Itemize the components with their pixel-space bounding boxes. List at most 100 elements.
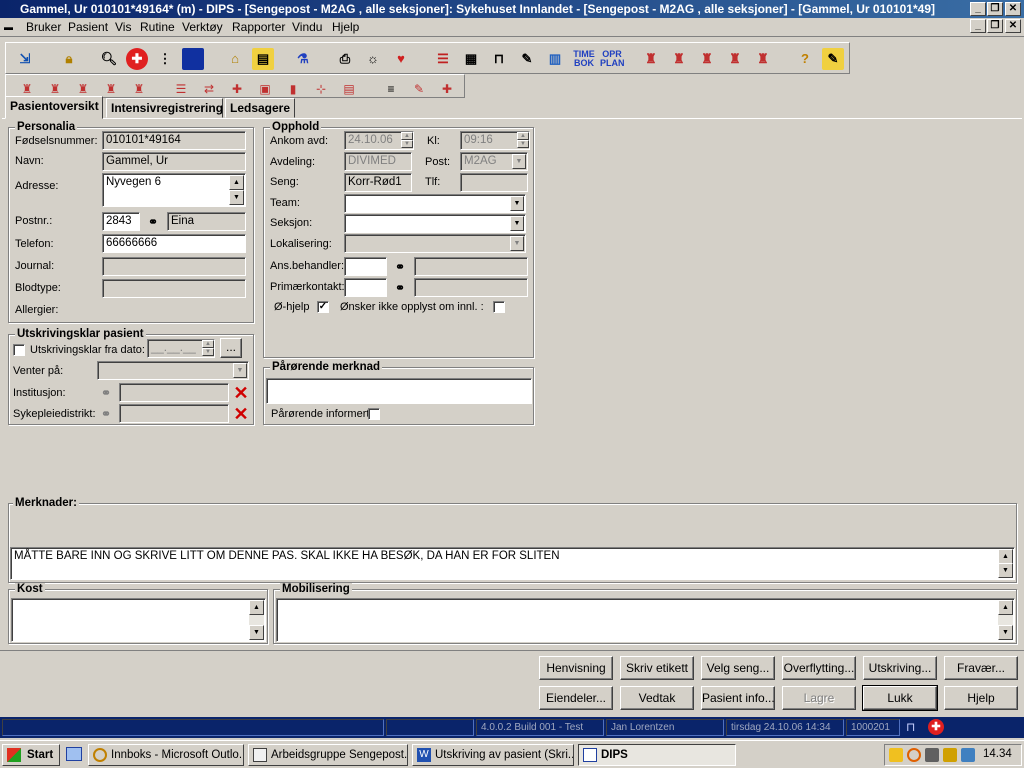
task-outlook[interactable]: Innboks - Microsoft Outlo... — [88, 744, 244, 766]
journal-field[interactable] — [102, 257, 246, 276]
utskrivingsklar-dato-field[interactable]: __.__.__ ▲ ▼ — [147, 339, 215, 358]
seksjon-dropdown-icon[interactable]: ▼ — [510, 216, 524, 231]
post-field[interactable]: M2AG ▼ — [460, 152, 528, 171]
doctors-icon[interactable]: ♜ — [724, 48, 746, 70]
team-dropdown-icon[interactable]: ▼ — [510, 196, 524, 211]
mdi-minimize-button[interactable]: _ — [970, 19, 986, 33]
list-red-icon[interactable]: ☰ — [170, 78, 192, 100]
bed-edit-icon[interactable]: ✎ — [408, 78, 430, 100]
adresse-field[interactable]: Nyvegen 6 ▲ ▼ — [102, 173, 246, 207]
task-arbeidsgruppe[interactable]: Arbeidsgruppe Sengepost... — [248, 744, 408, 766]
primaerkontakt-search-icon[interactable]: ⚭ — [390, 278, 410, 298]
primaerkontakt-field[interactable] — [344, 278, 387, 297]
ankom-field[interactable]: 24.10.06 ▲ ▼ — [344, 131, 414, 150]
mobilisering-scrollbar[interactable]: ▲ ▼ — [998, 600, 1013, 640]
tray-lock-icon[interactable] — [943, 748, 957, 762]
mdi-restore-button[interactable]: ❐ — [987, 19, 1003, 33]
pen-icon[interactable]: ✎ — [516, 48, 538, 70]
lokalisering-select[interactable]: ▼ — [344, 234, 526, 253]
lukk-button[interactable]: Lukk — [862, 685, 938, 711]
seng-field[interactable]: Korr-Rød1 — [344, 173, 412, 192]
print-icon[interactable]: ⎙ — [334, 48, 356, 70]
kost-scrollbar[interactable]: ▲ ▼ — [249, 600, 264, 640]
kl-spinner[interactable]: ▲ ▼ — [517, 132, 529, 149]
menu-hjelp[interactable]: Hjelp — [332, 20, 359, 35]
edit-note-icon[interactable]: ✎ — [822, 48, 844, 70]
utskrivingsklar-dato-spinner[interactable]: ▲ ▼ — [202, 340, 214, 357]
box-icon[interactable]: ▣ — [254, 78, 276, 100]
bed-add-icon[interactable]: ✚ — [436, 78, 458, 100]
venter-dropdown-icon[interactable]: ▼ — [233, 363, 247, 378]
utskrivingsklar-checkbox[interactable] — [13, 344, 25, 356]
help-book-icon[interactable]: ? — [794, 48, 816, 70]
tab-intensivregistrering[interactable]: Intensivregistrering — [106, 98, 223, 118]
avdeling-field[interactable]: DIVIMED — [344, 152, 412, 171]
ansbehandler-name-field[interactable] — [414, 257, 528, 276]
parorende-informert-checkbox[interactable] — [368, 408, 380, 420]
doctor-nurse-icon[interactable]: ♜ — [752, 48, 774, 70]
show-desktop-icon[interactable] — [66, 747, 82, 761]
start-button[interactable]: Start — [2, 744, 60, 766]
hierarchy-icon[interactable]: ⋮ — [154, 48, 176, 70]
telefon-field[interactable]: 66666666 — [102, 234, 246, 253]
fravaer-button[interactable]: Fravær... — [944, 656, 1018, 680]
patients-icon[interactable]: ♜ — [100, 78, 122, 100]
onsker-checkbox[interactable] — [493, 301, 505, 313]
henvisning-button[interactable]: Henvisning — [539, 656, 613, 680]
minimize-button[interactable]: _ — [970, 2, 986, 16]
institusjon-clear-icon[interactable]: ✕ — [231, 383, 251, 403]
sykepleiedistrikt-clear-icon[interactable]: ✕ — [231, 404, 251, 424]
doctor-add-icon[interactable]: ♜ — [668, 48, 690, 70]
move-icon[interactable]: ⇄ — [198, 78, 220, 100]
doctor-icon[interactable]: ♜ — [640, 48, 662, 70]
ansbehandler-field[interactable] — [344, 257, 387, 276]
timebok-icon[interactable]: TIME BOK — [572, 48, 596, 70]
patient-edit-icon[interactable]: ♜ — [128, 78, 150, 100]
overflytting-button[interactable]: Overflytting... — [782, 656, 856, 680]
list-icon[interactable]: ☰ — [432, 48, 454, 70]
mdi-icon[interactable]: ▬ — [4, 20, 13, 35]
bulb-icon[interactable]: ☼ — [362, 48, 384, 70]
menu-rapporter[interactable]: Rapporter — [232, 20, 285, 35]
lock-icon[interactable]: 🔒︎ — [58, 48, 80, 70]
ansbehandler-search-icon[interactable]: ⚭ — [390, 257, 410, 277]
red-cross-icon[interactable]: ✚ — [126, 48, 148, 70]
primaerkontakt-name-field[interactable] — [414, 278, 528, 297]
velg-seng-button[interactable]: Velg seng... — [701, 656, 775, 680]
poststed-field[interactable]: Eina — [167, 212, 246, 231]
lokalisering-dropdown-icon[interactable]: ▼ — [510, 236, 524, 251]
exit-icon[interactable]: ⇲ — [14, 48, 36, 70]
menu-verktoy[interactable]: Verktøy — [182, 20, 223, 35]
notes-icon[interactable]: ▤ — [252, 48, 274, 70]
sykepleiedistrikt-field[interactable] — [119, 404, 229, 423]
chart-icon[interactable]: ▮ — [282, 78, 304, 100]
venter-select[interactable]: ▼ — [97, 361, 249, 380]
menu-rutine[interactable]: Rutine — [140, 20, 175, 35]
restore-button[interactable]: ❐ — [987, 2, 1003, 16]
tree-icon[interactable]: ⊹ — [310, 78, 332, 100]
sykepleiedistrikt-search-icon[interactable]: ⚭ — [96, 404, 116, 424]
parorende-merknad-field[interactable] — [266, 378, 532, 404]
postnr-search-icon[interactable]: ⚭ — [143, 212, 163, 232]
tlf-field[interactable] — [460, 173, 528, 192]
search-icon[interactable]: 🔍︎ — [98, 48, 120, 70]
utskrivingsklar-dato-picker-button[interactable]: ... — [220, 338, 242, 358]
ohjelp-checkbox[interactable]: ✓ — [317, 301, 329, 313]
close-button[interactable]: ✕ — [1005, 2, 1021, 16]
post-dropdown-icon[interactable]: ▼ — [512, 154, 526, 169]
tray-disk-icon[interactable] — [925, 748, 939, 762]
menu-vindu[interactable]: Vindu — [292, 20, 322, 35]
blodtype-field[interactable] — [102, 279, 246, 298]
blood-icon[interactable]: ▥ — [544, 48, 566, 70]
tab-ledsagere[interactable]: Ledsagere — [225, 98, 295, 118]
oprplan-icon[interactable]: OPR PLAN — [600, 48, 625, 70]
document-red-icon[interactable]: ▤ — [338, 78, 360, 100]
merknader-scrollbar[interactable]: ▲ ▼ — [998, 549, 1013, 578]
tab-pasientoversikt[interactable]: Pasientoversikt — [5, 96, 103, 119]
eiendeler-button[interactable]: Eiendeler... — [539, 686, 613, 710]
tray-clock-icon[interactable] — [907, 748, 921, 762]
bed-list-icon[interactable]: ≡ — [380, 78, 402, 100]
navn-field[interactable]: Gammel, Ur — [102, 152, 246, 171]
utskriving-button[interactable]: Utskriving... — [863, 656, 937, 680]
fodselsnummer-field[interactable]: 010101*49164 — [102, 131, 246, 150]
